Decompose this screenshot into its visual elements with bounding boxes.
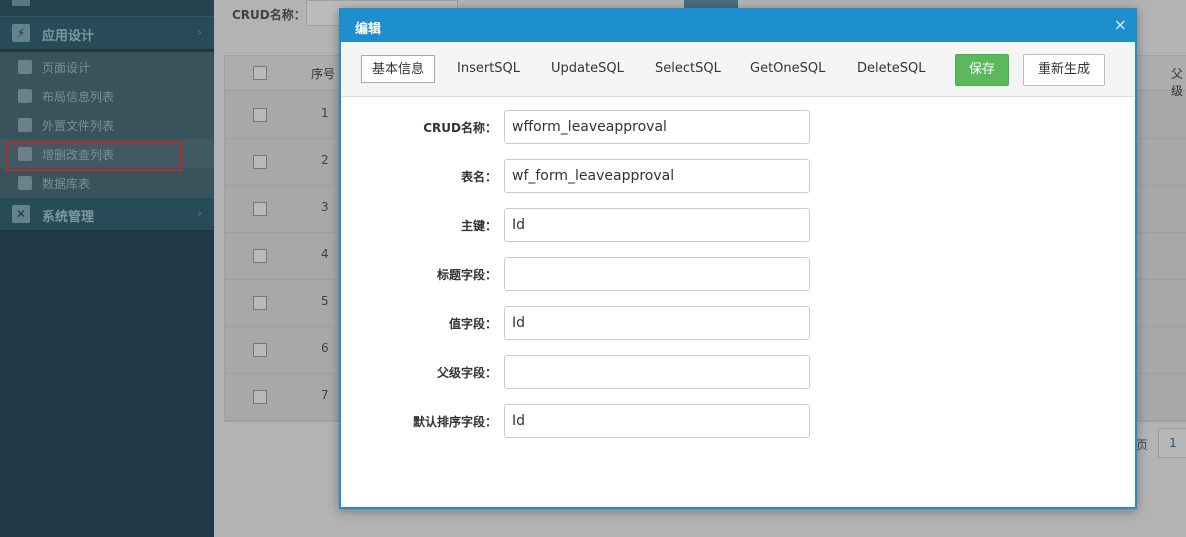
- field-primary-key: 主键：: [341, 208, 1135, 242]
- tab-delete-sql[interactable]: DeleteSQL: [847, 55, 935, 83]
- tab-basic-info[interactable]: 基本信息: [361, 55, 436, 83]
- field-label: 标题字段：: [436, 268, 497, 282]
- field-label: 值字段：: [448, 317, 497, 331]
- tab-select-sql[interactable]: SelectSQL: [645, 55, 731, 83]
- regenerate-button[interactable]: 重新生成: [1023, 54, 1105, 86]
- dialog-title: 编辑: [355, 22, 382, 37]
- dialog-header: 编辑 ×: [341, 10, 1135, 42]
- table-name-input[interactable]: [504, 159, 810, 193]
- field-label: 父级字段：: [436, 366, 497, 380]
- field-title-field: 标题字段：: [341, 257, 1135, 291]
- field-value-field: 值字段：: [341, 306, 1135, 340]
- field-label: 表名：: [460, 170, 497, 184]
- tab-getone-sql[interactable]: GetOneSQL: [740, 55, 835, 83]
- field-default-sort: 默认排序字段：: [341, 404, 1135, 438]
- crud-name-input[interactable]: [504, 110, 810, 144]
- field-label: 默认排序字段：: [412, 415, 497, 429]
- primary-key-input[interactable]: [504, 208, 810, 242]
- field-parent-field: 父级字段：: [341, 355, 1135, 389]
- edit-dialog: 编辑 × 基本信息 InsertSQL UpdateSQL SelectSQL …: [339, 8, 1137, 509]
- parent-field-input[interactable]: [504, 355, 810, 389]
- close-icon[interactable]: ×: [1114, 16, 1127, 34]
- title-field-input[interactable]: [504, 257, 810, 291]
- value-field-input[interactable]: [504, 306, 810, 340]
- field-label: CRUD名称：: [423, 121, 497, 135]
- save-button[interactable]: 保存: [955, 54, 1009, 86]
- field-crud-name: CRUD名称：: [341, 110, 1135, 144]
- default-sort-input[interactable]: [504, 404, 810, 438]
- field-table-name: 表名：: [341, 159, 1135, 193]
- field-label: 主键：: [460, 219, 497, 233]
- tab-insert-sql[interactable]: InsertSQL: [447, 55, 530, 83]
- dialog-toolbar: 基本信息 InsertSQL UpdateSQL SelectSQL GetOn…: [341, 42, 1135, 97]
- tab-update-sql[interactable]: UpdateSQL: [541, 55, 634, 83]
